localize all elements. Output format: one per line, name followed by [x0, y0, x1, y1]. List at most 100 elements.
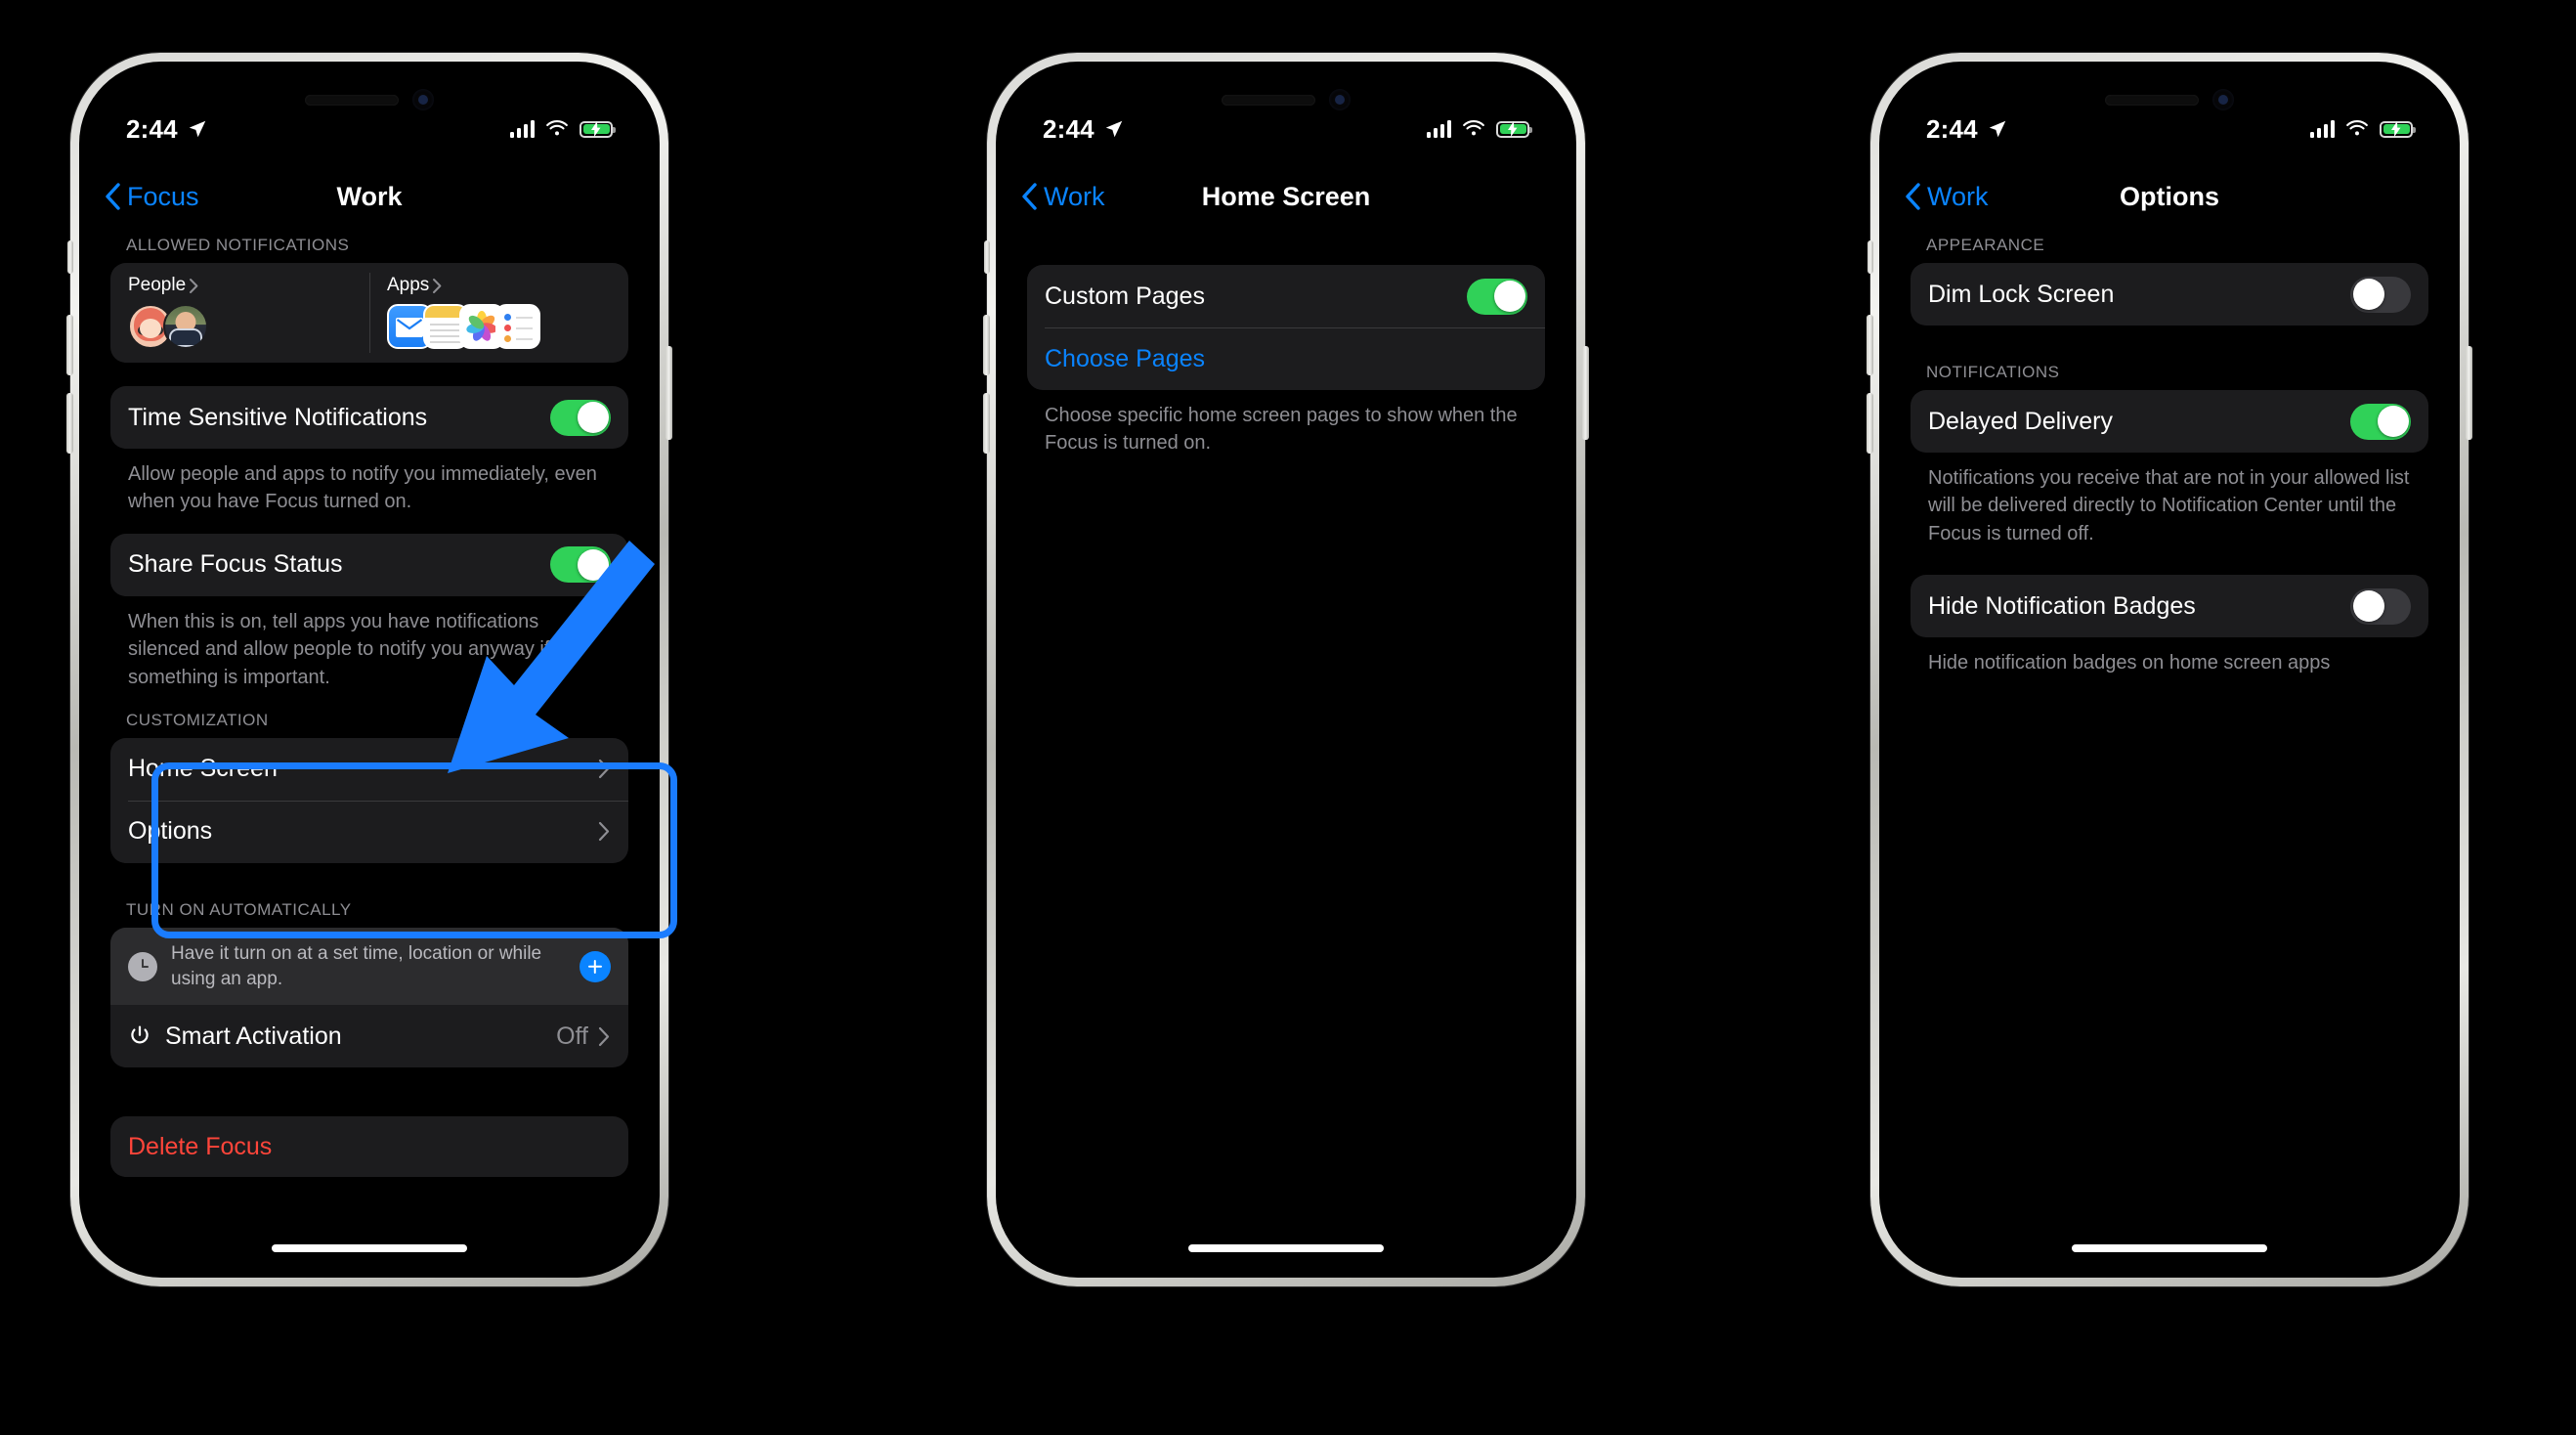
silent-switch[interactable] — [984, 240, 990, 274]
notifications-card: Delayed Delivery — [1911, 390, 2428, 453]
back-button-label: Work — [1044, 181, 1105, 211]
hide-badges-card: Hide Notification Badges — [1911, 575, 2428, 638]
home-screen-footnote: Choose specific home screen pages to sho… — [1045, 405, 1518, 455]
row-label: Options — [128, 817, 213, 846]
earpiece-speaker-icon — [2105, 94, 2199, 106]
status-time: 2:44 — [126, 113, 178, 144]
wifi-icon — [546, 120, 568, 136]
turn-on-automatically-card: Have it turn on at a set time, location … — [110, 927, 628, 1068]
battery-charging-icon — [580, 120, 616, 138]
dim-lock-screen-toggle[interactable] — [2350, 276, 2411, 313]
status-time-group: 2:44 — [1926, 114, 2008, 145]
charging-bolt-icon — [591, 121, 601, 137]
row-dim-lock-screen[interactable]: Dim Lock Screen — [1911, 263, 2428, 326]
status-time-group: 2:44 — [126, 114, 208, 145]
back-button-label: Focus — [127, 181, 199, 211]
volume-up-button[interactable] — [983, 315, 990, 375]
wifi-icon — [1463, 120, 1484, 136]
back-button-work[interactable]: Work — [1021, 182, 1105, 212]
status-indicators — [509, 120, 616, 138]
delayed-delivery-toggle[interactable] — [2350, 403, 2411, 440]
phone-device-work: 2:44 Focus Work ALLOWED NOTIFICATIONS Pe… — [66, 53, 672, 1286]
battery-charging-icon — [1496, 120, 1532, 138]
status-indicators — [1426, 120, 1532, 138]
row-smart-activation[interactable]: Smart Activation Off — [110, 1005, 628, 1067]
volume-down-button[interactable] — [66, 393, 73, 454]
row-label: Hide Notification Badges — [1928, 591, 2196, 620]
delayed-delivery-footnote: Notifications you receive that are not i… — [1928, 467, 2410, 544]
home-indicator[interactable] — [2072, 1244, 2267, 1252]
row-label: Custom Pages — [1045, 282, 1205, 310]
power-button[interactable] — [1582, 346, 1589, 440]
silent-switch[interactable] — [1868, 240, 1873, 274]
row-hide-notification-badges[interactable]: Hide Notification Badges — [1911, 575, 2428, 637]
phone-screen-options: 2:44 Work Options APPEARANCE Dim Lock Sc… — [1883, 65, 2456, 1274]
row-label: Delayed Delivery — [1928, 407, 2113, 435]
notch-area — [1883, 87, 2456, 112]
location-arrow-icon — [189, 120, 206, 138]
notch-area — [83, 87, 656, 112]
reminders-app-icon — [495, 304, 540, 349]
clock-icon — [128, 951, 157, 981]
hide-badges-footnote: Hide notification badges on home screen … — [1928, 652, 2331, 674]
row-share-focus-status[interactable]: Share Focus Status — [110, 534, 628, 596]
custom-pages-toggle[interactable] — [1467, 278, 1527, 315]
phone-screen-home-screen: 2:44 Work Home Screen Custom Pages Choos… — [1000, 65, 1572, 1274]
apps-icon-stack — [387, 304, 611, 349]
section-header-appearance: APPEARANCE — [1926, 236, 2045, 254]
section-header-turn-on-automatically: TURN ON AUTOMATICALLY — [126, 899, 352, 919]
phone-bezel: 2:44 — [1879, 62, 2460, 1278]
hide-notification-badges-toggle[interactable] — [2350, 587, 2411, 625]
delete-focus-button[interactable]: Delete Focus — [110, 1116, 628, 1178]
silent-switch[interactable] — [67, 240, 73, 274]
apps-cell[interactable]: Apps — [369, 263, 628, 363]
row-delayed-delivery[interactable]: Delayed Delivery — [1911, 390, 2428, 453]
cellular-bars-icon — [2309, 120, 2335, 138]
row-choose-pages[interactable]: Choose Pages — [1027, 327, 1545, 390]
photos-pinwheel-glyph — [466, 311, 497, 341]
row-time-sensitive-notifications[interactable]: Time Sensitive Notifications — [110, 386, 628, 449]
status-time: 2:44 — [1926, 113, 1978, 144]
apps-label: Apps — [387, 275, 430, 295]
row-options[interactable]: Options — [110, 800, 628, 863]
back-button-label: Work — [1927, 181, 1989, 211]
volume-down-button[interactable] — [983, 393, 990, 454]
back-button-work[interactable]: Work — [1905, 182, 1989, 212]
home-indicator[interactable] — [1188, 1244, 1384, 1252]
charging-bolt-icon — [2391, 121, 2401, 137]
chevron-left-icon — [1906, 183, 1920, 210]
row-home-screen[interactable]: Home Screen — [110, 738, 628, 801]
row-custom-pages[interactable]: Custom Pages — [1027, 265, 1545, 327]
chevron-right-icon — [598, 1026, 610, 1046]
envelope-glyph — [396, 318, 423, 337]
add-automation-button[interactable] — [580, 950, 611, 982]
settings-content-home-screen: Custom Pages Choose Pages Choose specifi… — [1000, 224, 1572, 1274]
apps-header: Apps — [387, 275, 611, 296]
charging-bolt-icon — [1508, 121, 1518, 137]
people-cell[interactable]: People — [110, 263, 369, 363]
row-label: Smart Activation — [165, 1022, 342, 1050]
home-indicator[interactable] — [272, 1244, 467, 1252]
navigation-bar-work: Focus Work — [83, 173, 656, 220]
status-indicators — [2309, 120, 2416, 138]
row-label: Time Sensitive Notifications — [128, 403, 428, 431]
row-label: Share Focus Status — [128, 550, 343, 579]
power-button[interactable] — [2466, 346, 2472, 440]
notch-area — [1000, 87, 1572, 112]
time-sensitive-toggle[interactable] — [550, 399, 611, 436]
volume-up-button[interactable] — [66, 315, 73, 375]
location-arrow-icon — [1105, 120, 1123, 138]
home-screen-card: Custom Pages Choose Pages — [1027, 265, 1545, 390]
cellular-bars-icon — [509, 120, 535, 138]
automation-suggestion-row[interactable]: Have it turn on at a set time, location … — [110, 927, 628, 1006]
back-button-focus[interactable]: Focus — [105, 182, 199, 212]
earpiece-speaker-icon — [1222, 94, 1315, 106]
power-button[interactable] — [665, 346, 672, 440]
volume-down-button[interactable] — [1867, 393, 1873, 454]
section-header-customization: CUSTOMIZATION — [126, 710, 269, 729]
smart-activation-value: Off — [556, 1022, 588, 1050]
share-focus-toggle[interactable] — [550, 546, 611, 584]
phone-bezel: 2:44 — [79, 62, 660, 1278]
volume-up-button[interactable] — [1867, 315, 1873, 375]
choose-pages-link: Choose Pages — [1045, 344, 1206, 372]
